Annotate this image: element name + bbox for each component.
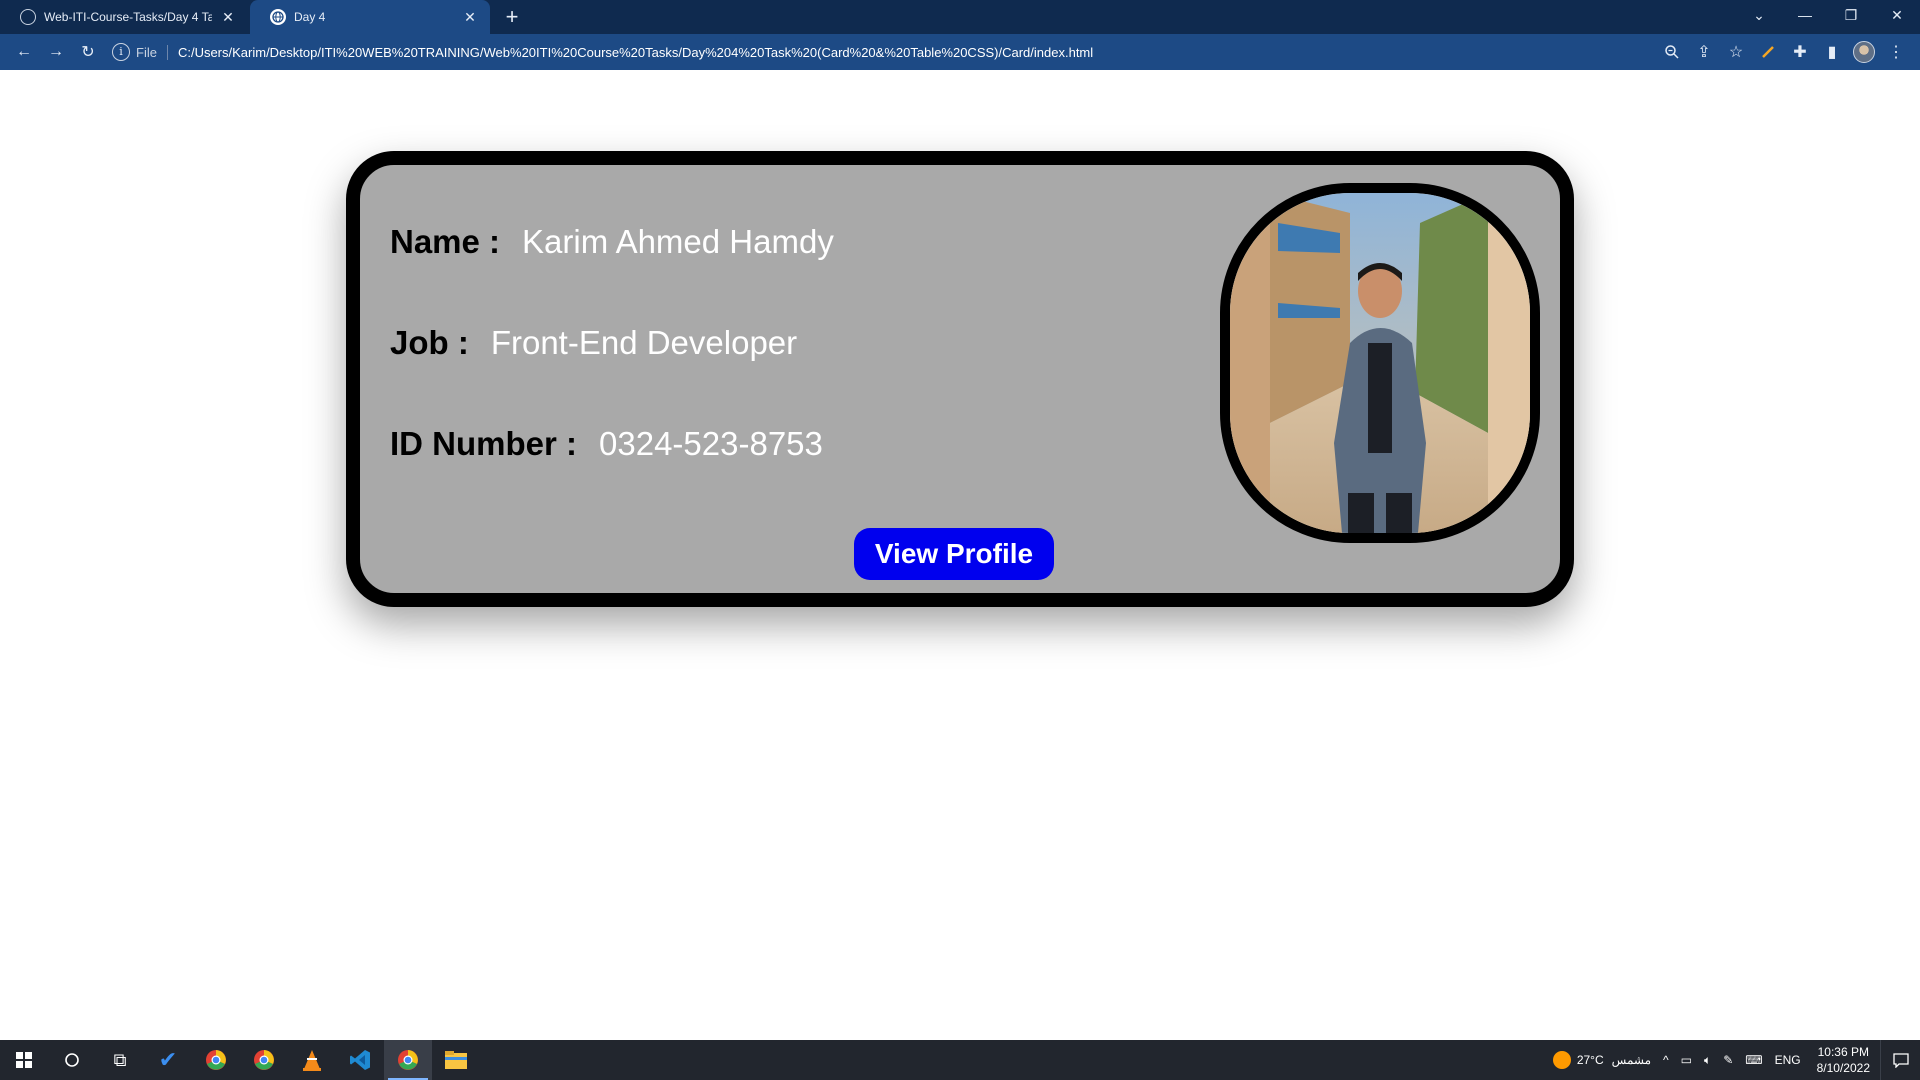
tab-search-icon[interactable]: ⌄ [1736,0,1782,30]
notification-icon[interactable] [1880,1040,1920,1080]
forward-icon[interactable]: → [40,38,72,66]
close-tab-icon[interactable]: ✕ [220,9,236,25]
url-text[interactable]: C:/Users/Karim/Desktop/ITI%20WEB%20TRAIN… [178,45,1093,60]
file-explorer-icon[interactable] [432,1040,480,1080]
window-controls: ⌄ — ❐ ✕ [1736,0,1920,30]
minimize-button[interactable]: — [1782,0,1828,30]
side-panel-icon[interactable]: ▮ [1816,38,1848,66]
job-label: Job : [390,324,469,361]
bookmark-star-icon[interactable]: ☆ [1720,38,1752,66]
name-row: Name : Karim Ahmed Hamdy [390,223,834,261]
zoom-icon[interactable] [1656,38,1688,66]
keyboard-icon[interactable]: ⌨ [1739,1053,1768,1067]
weather-widget[interactable]: 27°C مشمس [1547,1051,1657,1069]
close-window-button[interactable]: ✕ [1874,0,1920,30]
restore-button[interactable]: ❐ [1828,0,1874,30]
tab-strip: Web-ITI-Course-Tasks/Day 4 Tasl ✕ Day 4 … [0,0,1920,34]
tab-day4[interactable]: Day 4 ✕ [250,0,490,34]
id-value: 0324-523-8753 [599,425,823,462]
id-label: ID Number : [390,425,578,462]
chrome-icon[interactable] [240,1040,288,1080]
chrome-active-icon[interactable] [384,1040,432,1080]
id-row: ID Number : 0324-523-8753 [390,425,823,463]
search-icon[interactable] [48,1040,96,1080]
clock-date: 8/10/2022 [1816,1061,1870,1075]
close-tab-icon[interactable]: ✕ [462,9,478,25]
back-icon[interactable]: ← [8,38,40,66]
name-label: Name : [390,223,501,260]
extensions-puzzle-icon[interactable]: ✚ [1784,38,1816,66]
browser-toolbar: ← → ↻ i File C:/Users/Karim/Desktop/ITI%… [0,34,1920,70]
clock-time: 10:36 PM [1817,1045,1869,1059]
reload-icon[interactable]: ↻ [72,38,104,66]
vlc-icon[interactable] [288,1040,336,1080]
globe-icon [270,9,286,25]
todo-app-icon[interactable]: ✔ [144,1040,192,1080]
share-icon[interactable]: ⇪ [1688,38,1720,66]
volume-icon[interactable]: 🔈︎ [1698,1053,1717,1068]
task-view-icon[interactable]: ⧉ [96,1040,144,1080]
pen-icon[interactable]: ✎ [1717,1053,1739,1067]
clock[interactable]: 10:36 PM 8/10/2022 [1807,1044,1880,1076]
profile-photo [1220,183,1540,543]
name-value: Karim Ahmed Hamdy [522,223,834,260]
windows-start-icon[interactable] [0,1040,48,1080]
language-indicator[interactable]: ENG [1769,1053,1807,1067]
weather-text: مشمس [1611,1053,1652,1067]
taskbar: ⧉ ✔ 27°C مشمس ^ ▭ 🔈︎ ✎ ⌨ ENG 10:36 PM 8/… [0,1040,1920,1080]
chrome-profile-icon[interactable] [192,1040,240,1080]
profile-avatar[interactable] [1848,38,1880,66]
github-icon [20,9,36,25]
network-icon[interactable]: ▭ [1675,1053,1698,1067]
menu-kebab-icon[interactable]: ⋮ [1880,38,1912,66]
profile-card: Name : Karim Ahmed Hamdy Job : Front-End… [346,151,1574,607]
page-viewport: Name : Karim Ahmed Hamdy Job : Front-End… [0,70,1920,1040]
new-tab-button[interactable]: + [498,3,526,31]
scheme-label: File [136,44,168,60]
job-row: Job : Front-End Developer [390,324,797,362]
tab-github[interactable]: Web-ITI-Course-Tasks/Day 4 Tasl ✕ [0,0,248,34]
info-icon[interactable]: i [112,43,130,61]
job-value: Front-End Developer [490,324,798,361]
weather-temp: 27°C [1576,1053,1604,1067]
system-tray: 27°C مشمس ^ ▭ 🔈︎ ✎ ⌨ ENG 10:36 PM 8/10/2… [1547,1040,1920,1080]
pen-extension-icon[interactable] [1752,38,1784,66]
tab-title: Web-ITI-Course-Tasks/Day 4 Tasl [44,10,212,24]
vscode-icon[interactable] [336,1040,384,1080]
tab-title: Day 4 [294,10,326,24]
view-profile-button[interactable]: View Profile [854,528,1054,580]
sun-icon [1552,1051,1571,1069]
chevron-up-icon[interactable]: ^ [1657,1053,1675,1067]
address-bar[interactable]: i File C:/Users/Karim/Desktop/ITI%20WEB%… [112,38,1656,66]
